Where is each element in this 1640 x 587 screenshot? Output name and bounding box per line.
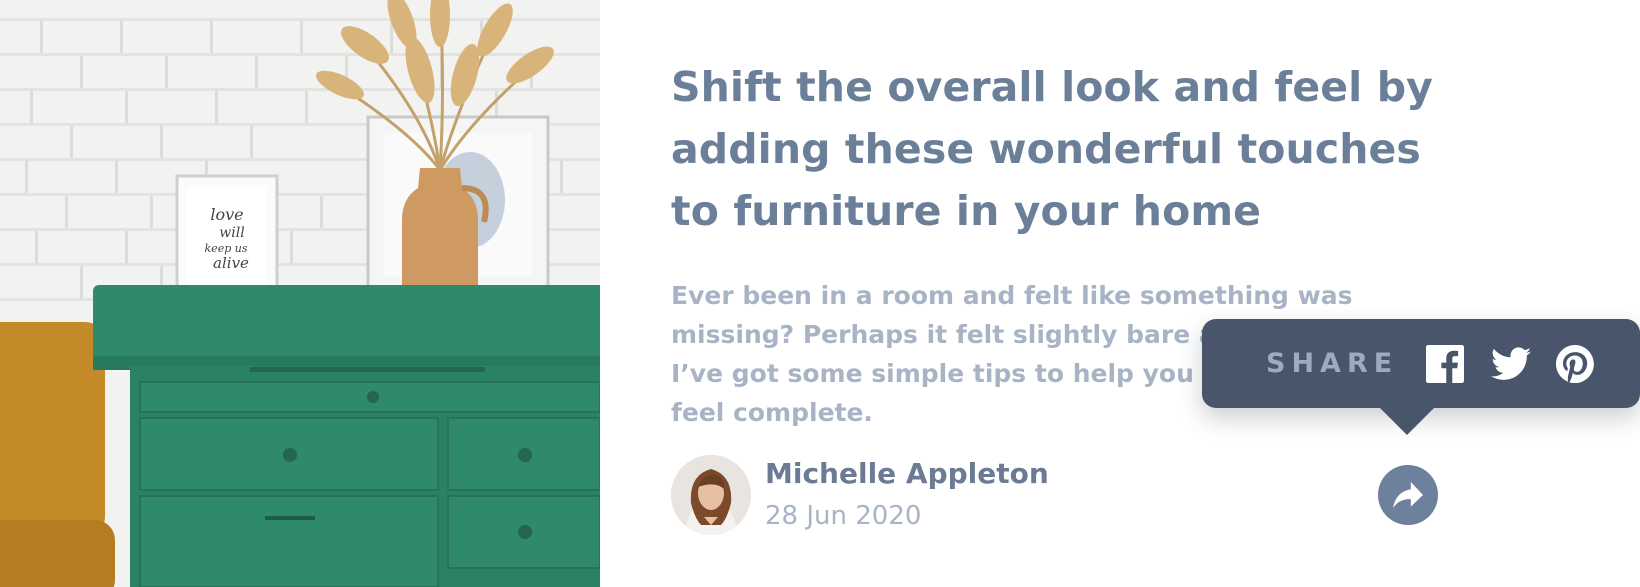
article-title[interactable]: Shift the overall look and feel by addin… <box>671 56 1461 242</box>
article-preview-card: love will keep us alive Shift the overal… <box>0 0 1640 587</box>
article-image: love will keep us alive <box>0 0 600 587</box>
drawer-photo: love will keep us alive <box>0 0 600 587</box>
post-date: 28 Jun 2020 <box>765 501 922 531</box>
pinterest-icon[interactable] <box>1554 343 1596 385</box>
avatar-portrait <box>671 455 751 535</box>
share-label: SHARE <box>1266 348 1399 379</box>
facebook-icon[interactable] <box>1424 343 1466 385</box>
avatar <box>671 455 751 535</box>
author-name: Michelle Appleton <box>765 457 1049 490</box>
author-block: Michelle Appleton 28 Jun 2020 <box>671 455 1049 535</box>
svg-text:alive: alive <box>213 254 249 272</box>
svg-text:will: will <box>219 225 244 241</box>
share-tooltip: SHARE <box>1202 319 1640 435</box>
share-button[interactable] <box>1378 465 1438 525</box>
share-arrow-icon <box>1393 482 1423 508</box>
twitter-icon[interactable] <box>1490 343 1532 385</box>
author-meta: Michelle Appleton 28 Jun 2020 <box>765 456 1049 534</box>
svg-text:love: love <box>210 205 243 224</box>
